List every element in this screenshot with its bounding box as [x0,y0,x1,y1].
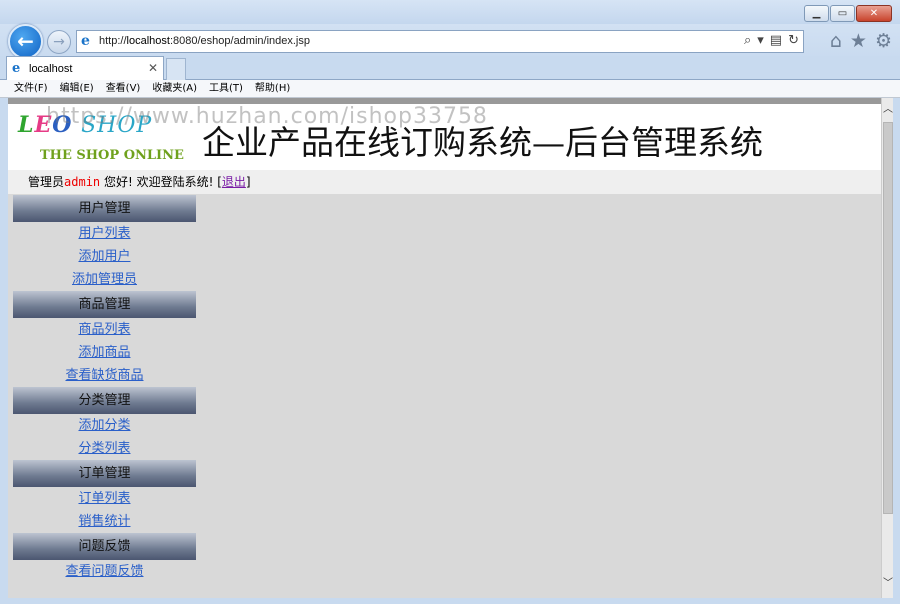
ie-page-icon: e [81,33,90,49]
section-header-feedback[interactable]: 问题反馈 [13,533,196,560]
maximize-icon[interactable]: ▭ [830,5,855,22]
link-out-of-stock[interactable]: 查看缺货商品 [13,364,196,387]
watermark: https://www.huzhan.com/ishop33758 [46,104,488,129]
link-sales-stats[interactable]: 销售统计 [13,510,196,533]
link-order-list[interactable]: 订单列表 [13,487,196,510]
gear-icon[interactable]: ⚙ [875,30,892,52]
menu-tools[interactable]: 工具(T) [209,80,243,97]
welcome-suffix: ] [245,175,251,189]
scroll-thumb[interactable] [883,122,893,514]
home-icon[interactable]: ⌂ [830,30,842,52]
admin-username: admin [64,175,101,189]
window-titlebar: ▁ ▭ ✕ [0,0,900,24]
search-icon[interactable]: ⌕ [744,33,751,48]
tab-title: localhost [29,63,73,75]
url-host: localhost [126,35,170,47]
sidebar: 用户管理 用户列表 添加用户 添加管理员 商品管理 商品列表 添加商品 查看缺货… [13,195,196,583]
link-add-admin[interactable]: 添加管理员 [13,268,196,291]
ie-tab-icon: e [12,61,21,76]
link-category-list[interactable]: 分类列表 [13,437,196,460]
window-controls: ▁ ▭ ✕ [804,5,892,22]
refresh-icon[interactable]: ↻ [788,33,799,48]
link-view-feedback[interactable]: 查看问题反馈 [13,560,196,583]
menu-view[interactable]: 查看(V) [106,80,141,97]
link-add-user[interactable]: 添加用户 [13,245,196,268]
section-header-products[interactable]: 商品管理 [13,291,196,318]
section-title: 用户管理 [78,201,131,216]
logo-subtitle: THE SHOP ONLINE [40,148,184,163]
link-user-list[interactable]: 用户列表 [13,222,196,245]
menu-favorites[interactable]: 收藏夹(A) [152,80,197,97]
browser-tool-icons: ⌂ ★ ⚙ [830,30,892,52]
tab-localhost[interactable]: e localhost ✕ [6,56,164,80]
welcome-text: 您好! 欢迎登陆系统! [ [100,175,222,189]
section-title: 商品管理 [78,297,131,312]
close-tab-icon[interactable]: ✕ [148,61,158,75]
menu-file[interactable]: 文件(F) [14,80,48,97]
favorites-star-icon[interactable]: ★ [850,30,867,52]
section-title: 问题反馈 [78,539,131,554]
address-url[interactable]: http://localhost:8080/eshop/admin/index.… [99,35,310,47]
url-prefix: http:// [99,35,127,47]
vertical-scrollbar[interactable]: ︿ ﹀ [881,98,893,598]
tab-bar: e localhost ✕ [0,56,900,80]
link-add-category[interactable]: 添加分类 [13,414,196,437]
back-arrow-icon[interactable]: ← [8,24,43,59]
section-title: 分类管理 [78,393,131,408]
dropdown-icon[interactable]: ▾ [757,33,764,48]
link-add-product[interactable]: 添加商品 [13,341,196,364]
forward-arrow-icon[interactable]: → [47,30,71,54]
right-frame [893,98,900,604]
left-frame [0,98,8,604]
close-window-icon[interactable]: ✕ [856,5,892,22]
section-header-users[interactable]: 用户管理 [13,195,196,222]
compatibility-view-icon[interactable]: ▤ [770,33,782,48]
address-tools: ⌕ ▾ ▤ ↻ [744,33,799,48]
logo-letter-l: L [18,112,35,138]
menu-edit[interactable]: 编辑(E) [60,80,94,97]
section-title: 订单管理 [78,466,131,481]
menu-bar: 文件(F) 编辑(E) 查看(V) 收藏夹(A) 工具(T) 帮助(H) [0,80,900,98]
logout-link[interactable]: 退出 [222,175,246,189]
bottom-frame [0,598,900,604]
welcome-prefix: 管理员 [28,175,65,189]
new-tab-button[interactable] [166,58,186,80]
section-header-categories[interactable]: 分类管理 [13,387,196,414]
link-product-list[interactable]: 商品列表 [13,318,196,341]
navigation-bar: ← → e http://localhost:8080/eshop/admin/… [0,24,900,60]
page-viewport: LEO SHOP THE SHOP ONLINE 企业产品在线订购系统—后台管理… [8,98,881,598]
menu-help[interactable]: 帮助(H) [255,80,290,97]
section-header-orders[interactable]: 订单管理 [13,460,196,487]
address-bar[interactable]: e http://localhost:8080/eshop/admin/inde… [76,30,804,53]
minimize-icon[interactable]: ▁ [804,5,829,22]
welcome-bar: 管理员admin 您好! 欢迎登陆系统! [退出] [8,170,881,194]
header-banner: LEO SHOP THE SHOP ONLINE 企业产品在线订购系统—后台管理… [8,104,881,170]
url-rest: :8080/eshop/admin/index.jsp [169,35,310,47]
